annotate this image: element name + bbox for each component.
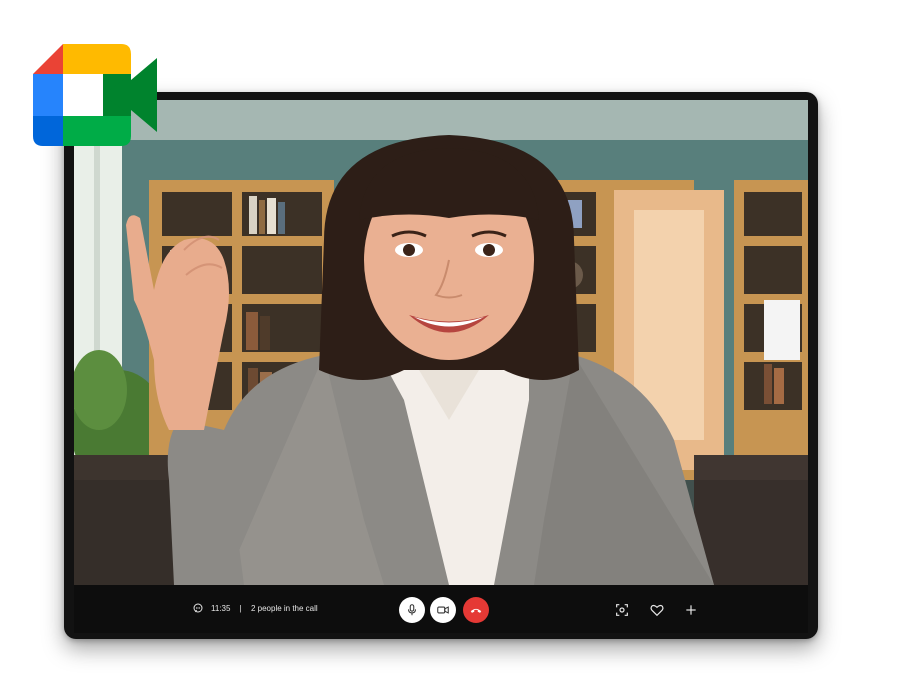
- video-feed: [74, 100, 808, 585]
- screen-capture-button[interactable]: [613, 601, 631, 619]
- hang-up-icon: [469, 603, 483, 617]
- mic-button[interactable]: [399, 597, 425, 623]
- screen-capture-icon: [614, 602, 630, 618]
- camera-button[interactable]: [430, 597, 456, 623]
- participant-count: 2 people in the call: [250, 603, 318, 613]
- meet-logo-icon: [33, 44, 157, 146]
- end-call-button[interactable]: [463, 597, 489, 623]
- call-info: 11:35 | 2 people in the call: [192, 602, 318, 614]
- plus-icon: [683, 602, 699, 618]
- call-separator: |: [237, 603, 244, 613]
- microphone-icon: [405, 603, 419, 617]
- heart-icon: [649, 602, 665, 618]
- video-camera-icon: [436, 603, 450, 617]
- stage: 11:35 | 2 people in the call: [0, 0, 900, 700]
- call-time: 11:35: [211, 603, 231, 613]
- add-button[interactable]: [682, 601, 700, 619]
- call-control-bar: 11:35 | 2 people in the call: [74, 585, 808, 633]
- google-meet-logo: [33, 44, 157, 146]
- participant-video: [74, 100, 808, 585]
- react-button[interactable]: [648, 601, 666, 619]
- chat-icon[interactable]: [192, 602, 204, 614]
